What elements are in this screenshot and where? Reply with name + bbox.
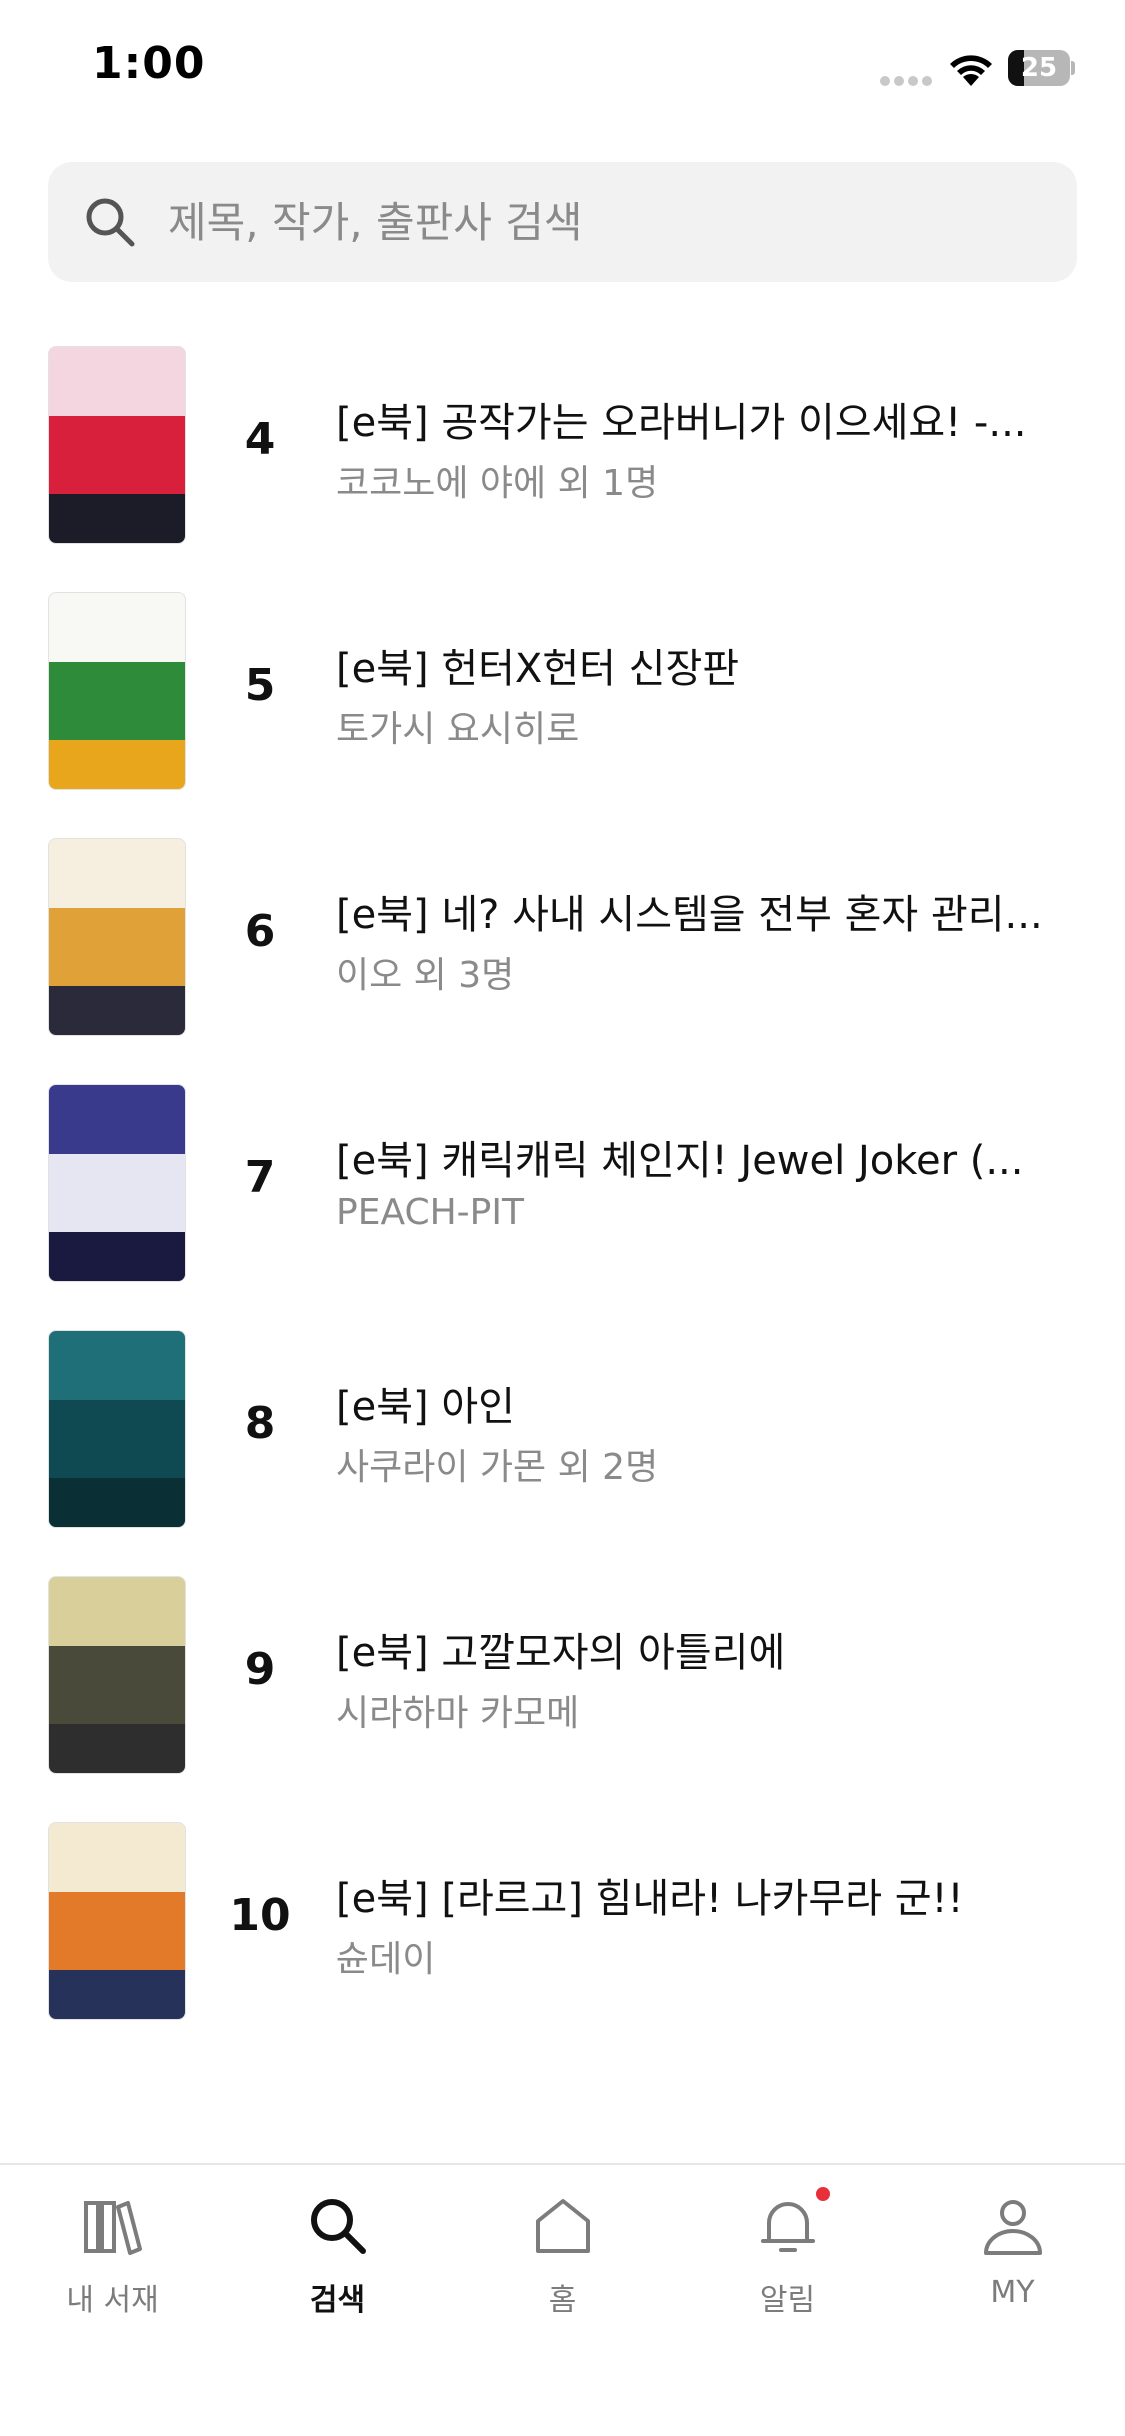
search-bar[interactable] — [48, 162, 1077, 282]
book-author: 사쿠라이 가몬 외 2명 — [336, 1447, 659, 1488]
list-item[interactable]: 4 [e북] 공작가는 오라버니가 이으세요! -... 코코노에 야에 외 1명 — [0, 336, 1125, 556]
status-time: 1:00 — [92, 38, 206, 89]
search-icon — [86, 198, 135, 247]
book-cover-image[interactable] — [48, 592, 186, 790]
tab-label: 내 서재 — [66, 2283, 159, 2318]
tab-my[interactable]: MY — [900, 2165, 1125, 2365]
wifi-icon — [950, 55, 992, 86]
book-title[interactable]: [e북] 고깔모자의 아틀리에 — [336, 1620, 1076, 1678]
rank-number: 7 — [244, 1152, 276, 1203]
library-icon — [84, 2201, 142, 2255]
book-cover-image[interactable] — [48, 1330, 186, 1528]
book-title[interactable]: [e북] 헌터X헌터 신장판 — [336, 636, 1076, 694]
book-title[interactable]: [e북] [라르고] 힘내라! 나카무라 군!! — [336, 1866, 1076, 1924]
battery-level-text: 25 — [1020, 53, 1058, 83]
list-item[interactable]: 6 [e북] 네? 사내 시스템을 전부 혼자 관리... 이오 외 3명 — [0, 828, 1125, 1048]
book-cover-image[interactable] — [48, 346, 186, 544]
book-title[interactable]: [e북] 공작가는 오라버니가 이으세요! -... — [336, 390, 1076, 448]
book-author: 이오 외 3명 — [336, 955, 515, 996]
book-title[interactable]: [e북] 캐릭캐릭 체인지! Jewel Joker (... — [336, 1128, 1076, 1186]
book-author: 슌데이 — [336, 1939, 436, 1980]
search-input[interactable] — [168, 162, 1048, 282]
book-cover-image[interactable] — [48, 1576, 186, 1774]
tab-home[interactable]: 홈 — [450, 2165, 675, 2365]
bell-icon — [761, 2202, 815, 2252]
tab-label: 검색 — [309, 2283, 366, 2318]
book-author: 토가시 요시히로 — [336, 709, 580, 750]
tab-notifications[interactable]: 알림 — [675, 2165, 900, 2365]
battery-icon: 25 — [1008, 50, 1075, 86]
home-icon — [536, 2199, 590, 2253]
book-title[interactable]: [e북] 아인 — [336, 1374, 1076, 1432]
cellular-signal-icon — [880, 76, 934, 86]
list-item[interactable]: 10 [e북] [라르고] 힘내라! 나카무라 군!! 슌데이 — [0, 1812, 1125, 2032]
tab-library[interactable]: 내 서재 — [0, 2165, 225, 2365]
book-author: 시라하마 카모메 — [336, 1693, 580, 1734]
tab-label: 홈 — [548, 2283, 577, 2318]
list-item[interactable]: 8 [e북] 아인사쿠라이 가몬 외 2명 — [0, 1320, 1125, 1540]
book-author: 코코노에 야에 외 1명 — [336, 463, 659, 504]
list-item[interactable]: 5 [e북] 헌터X헌터 신장판토가시 요시히로 — [0, 582, 1125, 802]
search-icon — [311, 2199, 366, 2254]
book-cover-image[interactable] — [48, 1822, 186, 2020]
book-author: PEACH-PIT — [336, 1192, 524, 1233]
profile-icon — [984, 2200, 1042, 2255]
status-bar: 1:00 25 — [0, 0, 1125, 140]
tab-search[interactable]: 검색 — [225, 2165, 450, 2365]
rank-number: 5 — [244, 660, 276, 711]
tab-label: MY — [990, 2275, 1035, 2310]
rank-number: 10 — [229, 1890, 291, 1941]
book-title[interactable]: [e북] 네? 사내 시스템을 전부 혼자 관리... — [336, 882, 1076, 940]
book-cover-image[interactable] — [48, 1084, 186, 1282]
bottom-tab-bar: 내 서재 검색 홈 알림 MY — [0, 2163, 1125, 2436]
list-item[interactable]: 9 [e북] 고깔모자의 아틀리에시라하마 카모메 — [0, 1566, 1125, 1786]
rank-number: 8 — [244, 1398, 276, 1449]
book-cover-image[interactable] — [48, 838, 186, 1036]
notification-dot — [816, 2187, 830, 2201]
rank-number: 4 — [244, 414, 276, 465]
rank-number: 9 — [244, 1644, 276, 1695]
tab-label: 알림 — [759, 2283, 816, 2318]
list-item[interactable]: 7 [e북] 캐릭캐릭 체인지! Jewel Joker (... PEACH-PI… — [0, 1074, 1125, 1294]
rank-number: 6 — [244, 906, 276, 957]
